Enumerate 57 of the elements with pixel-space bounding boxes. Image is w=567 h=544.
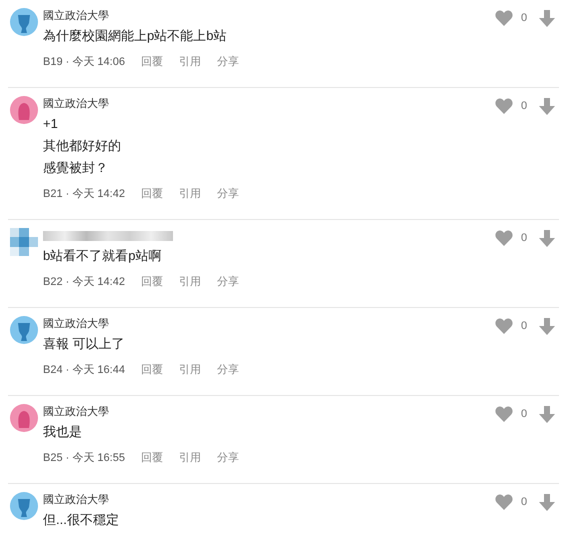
action-link[interactable]: 引用 [178, 54, 201, 70]
comment-text: 其他都好好的 [43, 137, 121, 155]
heart-icon[interactable] [495, 318, 513, 334]
avatar-icon [10, 492, 38, 520]
action-link[interactable]: 分享 [216, 274, 239, 290]
floor-time: B21 · 今天 14:42 [43, 186, 125, 202]
action-link[interactable]: 引用 [178, 186, 201, 202]
action-link[interactable]: 回覆 [140, 274, 163, 290]
action-link[interactable]: 分享 [216, 450, 239, 466]
avatar-icon [10, 96, 38, 124]
author-name: 國立政治大學 [43, 404, 109, 420]
comment-text: 為什麼校園網能上p站不能上b站 [43, 27, 226, 45]
heart-icon[interactable] [495, 230, 513, 246]
comment-text: 我也是 [43, 423, 82, 441]
action-link[interactable]: 引用 [178, 274, 201, 290]
author-name: 國立政治大學 [43, 316, 109, 332]
avatar-icon [10, 316, 38, 344]
down-arrow-icon[interactable] [539, 318, 555, 335]
down-arrow-icon[interactable] [539, 98, 555, 115]
comment-text: 但...很不穩定 [43, 511, 119, 529]
action-link[interactable]: 引用 [178, 450, 201, 466]
action-link[interactable]: 回覆 [140, 362, 163, 378]
heart-icon[interactable] [495, 10, 513, 26]
action-link[interactable]: 引用 [178, 362, 201, 378]
down-arrow-icon[interactable] [539, 230, 555, 247]
like-count: 0 [521, 407, 528, 422]
down-arrow-icon[interactable] [539, 406, 555, 423]
heart-icon[interactable] [495, 494, 513, 510]
avatar-icon [10, 8, 38, 36]
action-link[interactable]: 分享 [216, 54, 239, 70]
heart-icon[interactable] [495, 406, 513, 422]
blurred-avatar [10, 228, 38, 256]
floor-time: B25 · 今天 16:55 [43, 450, 125, 466]
floor-time: B22 · 今天 14:42 [43, 274, 125, 290]
action-link[interactable]: 分享 [216, 362, 239, 378]
author-name: 國立政治大學 [43, 96, 109, 112]
author-name: 國立政治大學 [43, 492, 109, 508]
down-arrow-icon[interactable] [539, 494, 555, 511]
comment-text: +1 [43, 115, 58, 133]
like-count: 0 [521, 231, 528, 246]
like-count: 0 [521, 99, 528, 114]
avatar-icon [10, 404, 38, 432]
action-link[interactable]: 回覆 [140, 54, 163, 70]
comment-text: b站看不了就看p站啊 [43, 247, 162, 265]
action-link[interactable]: 回覆 [140, 186, 163, 202]
comment-text: 感覺被封？ [43, 159, 108, 177]
action-link[interactable]: 回覆 [140, 450, 163, 466]
action-link[interactable]: 分享 [216, 186, 239, 202]
floor-time: B19 · 今天 14:06 [43, 54, 125, 70]
down-arrow-icon[interactable] [539, 10, 555, 27]
author-name: 國立政治大學 [43, 8, 109, 24]
like-count: 0 [521, 11, 528, 26]
floor-time: B24 · 今天 16:44 [43, 362, 125, 378]
comment-text: 喜報 可以上了 [43, 335, 125, 353]
like-count: 0 [521, 495, 528, 510]
like-count: 0 [521, 319, 528, 334]
heart-icon[interactable] [495, 98, 513, 114]
